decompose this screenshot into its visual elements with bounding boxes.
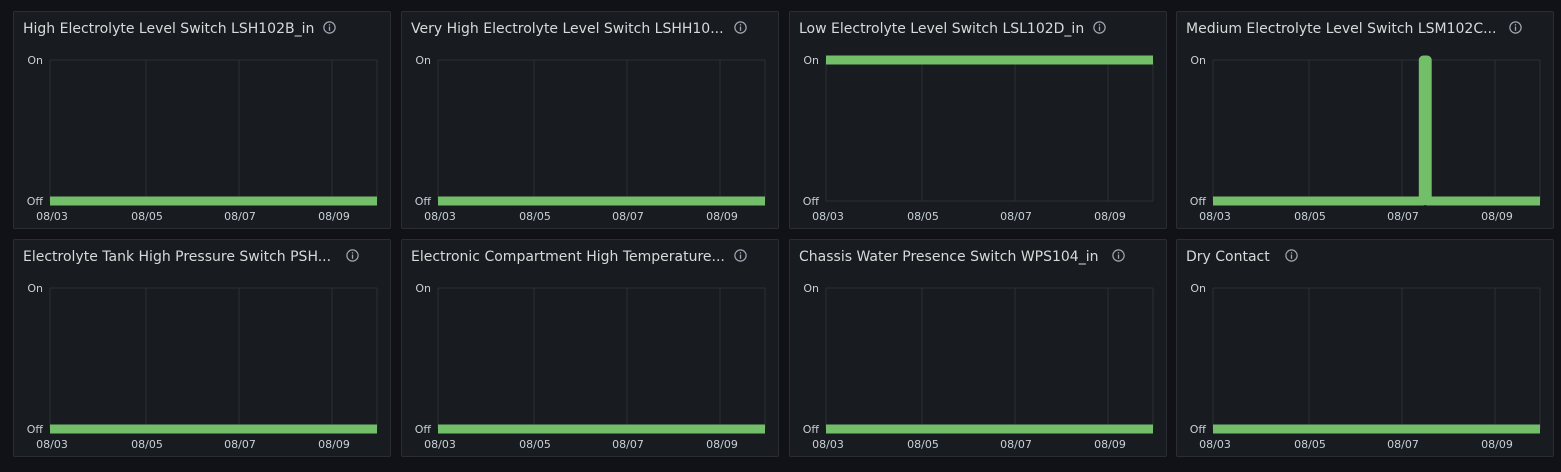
x-tick-label: 08/05 — [131, 210, 163, 223]
y-tick-label: Off — [1190, 195, 1207, 208]
x-tick-label: 08/07 — [612, 210, 644, 223]
x-tick-label: 08/07 — [1387, 438, 1419, 451]
x-tick-label: 08/09 — [318, 438, 350, 451]
panel-dry-contact[interactable]: Dry Contact On Off 08/03 08/05 08/07 08/09 — [1176, 239, 1554, 457]
panel-low-level-switch[interactable]: Low Electrolyte Level Switch LSL102D_in … — [789, 11, 1167, 229]
x-tick-label: 08/07 — [224, 438, 256, 451]
x-tick-label: 08/05 — [519, 210, 551, 223]
timeseries-chart[interactable]: On Off 08/03 08/05 08/07 08/09 — [14, 12, 392, 230]
timeseries-chart[interactable]: On Off 08/03 08/05 08/07 08/09 — [402, 12, 780, 230]
x-tick-label: 08/05 — [1294, 210, 1326, 223]
x-tick-label: 08/03 — [424, 438, 456, 451]
panel-very-high-level-switch[interactable]: Very High Electrolyte Level Switch LSHH1… — [401, 11, 779, 229]
x-tick-label: 08/03 — [1199, 210, 1231, 223]
y-tick-label: On — [803, 282, 819, 295]
x-tick-label: 08/09 — [706, 438, 738, 451]
y-tick-label: On — [803, 54, 819, 67]
y-tick-label: Off — [415, 195, 432, 208]
x-tick-label: 08/09 — [706, 210, 738, 223]
y-tick-label: Off — [27, 195, 44, 208]
panel-medium-level-switch[interactable]: Medium Electrolyte Level Switch LSM102C.… — [1176, 11, 1554, 229]
panel-compartment-temperature[interactable]: Electronic Compartment High Temperature.… — [401, 239, 779, 457]
timeseries-chart[interactable]: On Off 08/03 08/05 08/07 08/09 — [790, 240, 1168, 458]
x-tick-label: 08/03 — [36, 438, 68, 451]
x-tick-label: 08/07 — [224, 210, 256, 223]
y-tick-label: Off — [27, 423, 44, 436]
x-tick-label: 08/05 — [519, 438, 551, 451]
x-tick-label: 08/03 — [812, 210, 844, 223]
y-tick-label: On — [27, 54, 43, 67]
x-tick-label: 08/09 — [1094, 210, 1126, 223]
panel-tank-pressure-switch[interactable]: Electrolyte Tank High Pressure Switch PS… — [13, 239, 391, 457]
timeseries-chart[interactable]: On Off 08/03 08/05 08/07 08/09 — [402, 240, 780, 458]
series-line — [1213, 55, 1540, 206]
x-tick-label: 08/03 — [1199, 438, 1231, 451]
timeseries-chart[interactable]: On Off 08/03 08/05 08/07 08/09 — [14, 240, 392, 458]
y-tick-label: Off — [415, 423, 432, 436]
x-tick-label: 08/09 — [1481, 438, 1513, 451]
x-tick-label: 08/03 — [812, 438, 844, 451]
x-tick-label: 08/03 — [36, 210, 68, 223]
x-tick-label: 08/09 — [1094, 438, 1126, 451]
x-tick-label: 08/09 — [1481, 210, 1513, 223]
panel-chassis-water-switch[interactable]: Chassis Water Presence Switch WPS104_in … — [789, 239, 1167, 457]
y-tick-label: Off — [1190, 423, 1207, 436]
y-tick-label: On — [415, 54, 431, 67]
timeseries-chart[interactable]: On Off 08/03 08/05 08/07 08/09 — [790, 12, 1168, 230]
x-tick-label: 08/07 — [1387, 210, 1419, 223]
x-tick-label: 08/05 — [907, 438, 939, 451]
y-tick-label: On — [1190, 54, 1206, 67]
y-tick-label: Off — [803, 195, 820, 208]
y-tick-label: On — [415, 282, 431, 295]
timeseries-chart[interactable]: On Off 08/03 08/05 08/07 08/09 — [1177, 12, 1555, 230]
x-tick-label: 08/05 — [907, 210, 939, 223]
x-tick-label: 08/05 — [1294, 438, 1326, 451]
x-tick-label: 08/07 — [1000, 210, 1032, 223]
y-tick-label: On — [27, 282, 43, 295]
y-tick-label: Off — [803, 423, 820, 436]
x-tick-label: 08/07 — [1000, 438, 1032, 451]
y-tick-label: On — [1190, 282, 1206, 295]
panel-high-level-switch[interactable]: High Electrolyte Level Switch LSH102B_in… — [13, 11, 391, 229]
x-tick-label: 08/05 — [131, 438, 163, 451]
timeseries-chart[interactable]: On Off 08/03 08/05 08/07 08/09 — [1177, 240, 1555, 458]
x-tick-label: 08/09 — [318, 210, 350, 223]
x-tick-label: 08/07 — [612, 438, 644, 451]
x-tick-label: 08/03 — [424, 210, 456, 223]
